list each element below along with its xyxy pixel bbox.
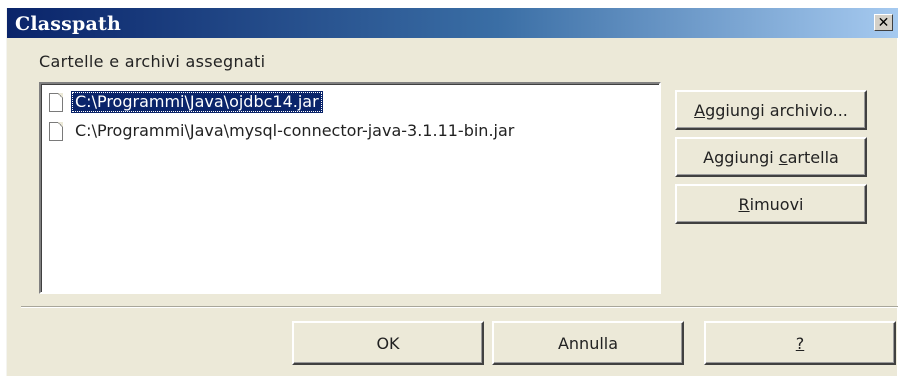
list-item-label: C:\Programmi\Java\ojdbc14.jar xyxy=(71,91,323,113)
help-button[interactable]: ? xyxy=(704,321,896,365)
cancel-button[interactable]: Annulla xyxy=(492,321,684,365)
list-item[interactable]: C:\Programmi\Java\mysql-connector-java-3… xyxy=(49,119,518,143)
add-archive-button[interactable]: Aggiungi archivio... xyxy=(675,90,867,130)
file-icon xyxy=(49,121,63,141)
add-folder-label-pre: Aggiungi xyxy=(703,147,779,167)
section-label: Cartelle e archivi assegnati xyxy=(39,52,266,71)
close-icon: ✕ xyxy=(877,14,890,31)
classpath-listbox[interactable]: C:\Programmi\Java\ojdbc14.jar C:\Program… xyxy=(39,82,661,294)
window-title: Classpath xyxy=(15,13,122,35)
ok-label: OK xyxy=(376,333,400,353)
add-archive-label-post: ggiungi archivio... xyxy=(705,100,848,120)
add-archive-mnemonic: A xyxy=(694,100,706,120)
remove-button[interactable]: Rimuovi xyxy=(675,184,867,224)
add-folder-label-post: artella xyxy=(787,147,839,167)
remove-mnemonic: R xyxy=(738,194,750,214)
footer-separator xyxy=(21,306,898,308)
add-folder-mnemonic: c xyxy=(778,147,788,167)
list-item-label: C:\Programmi\Java\mysql-connector-java-3… xyxy=(75,121,515,140)
ok-button[interactable]: OK xyxy=(292,321,484,365)
file-icon xyxy=(49,92,63,112)
add-folder-button[interactable]: Aggiungi c artella xyxy=(675,137,867,177)
close-button[interactable]: ✕ xyxy=(874,14,893,31)
title-bar[interactable]: Classpath ✕ xyxy=(7,8,898,38)
help-label: ? xyxy=(795,333,805,353)
classpath-dialog: Classpath ✕ Cartelle e archivi assegnati… xyxy=(6,8,898,376)
cancel-label: Annulla xyxy=(557,333,619,353)
list-item[interactable]: C:\Programmi\Java\ojdbc14.jar xyxy=(49,90,323,114)
remove-label-post: imuovi xyxy=(749,194,804,214)
